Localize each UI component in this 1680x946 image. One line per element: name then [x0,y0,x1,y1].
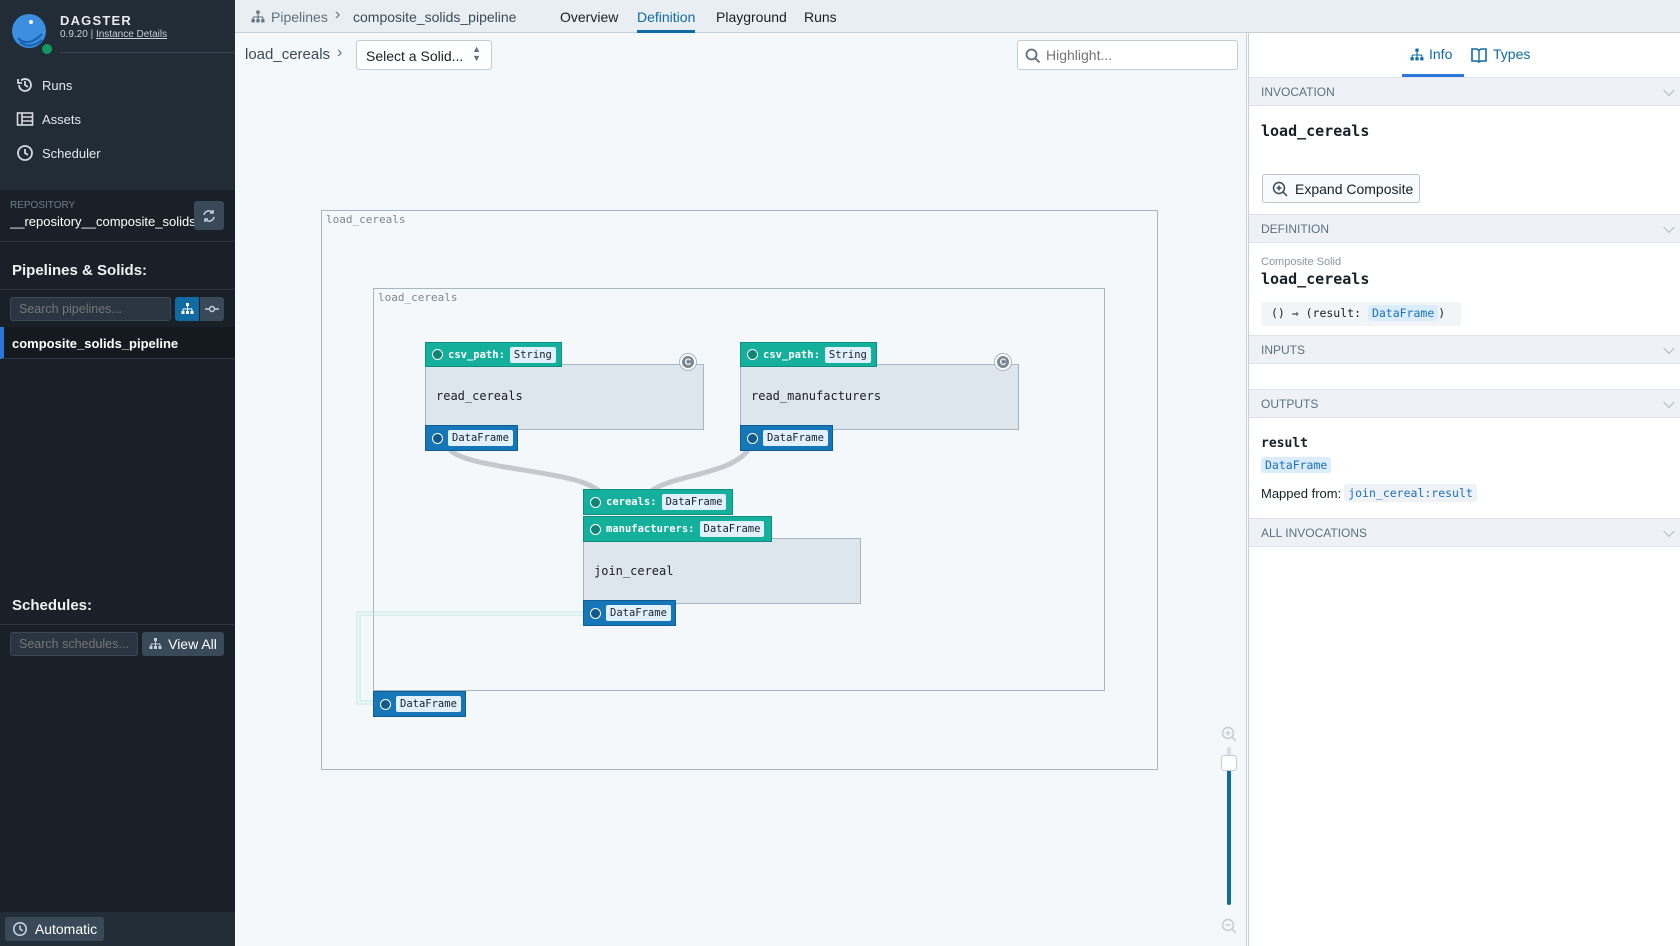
type-tag: String [824,346,871,363]
output-dataframe[interactable]: DataFrame [583,600,676,626]
section-inputs[interactable]: INPUTS [1249,335,1680,364]
section-title: ALL INVOCATIONS [1261,525,1368,540]
zoom-out-icon[interactable] [1221,918,1237,934]
section-outputs[interactable]: OUTPUTS [1249,389,1680,418]
right-panel: Info Types INVOCATION load_cereals Expan… [1246,33,1680,946]
section-title: INVOCATION [1261,84,1335,99]
edge-read-manufacturers-to-join [648,448,751,495]
section-invocation[interactable]: INVOCATION [1249,77,1680,106]
output-dataframe[interactable]: DataFrame [425,425,518,451]
info-tab-label: Info [1429,46,1453,62]
port-circle-icon [380,698,391,710]
port-circle-icon [747,432,758,444]
input-name: csv_path: [763,348,820,361]
output-type-tag[interactable]: DataFrame [1261,457,1332,473]
definition-name: load_cereals [1261,270,1370,288]
invocation-name: load_cereals [1261,122,1370,140]
zoom-slider-track[interactable] [1221,747,1237,905]
definition-signature: () ⇒ (result: DataFrame) [1261,302,1461,326]
type-tag: DataFrame [661,494,727,510]
port-circle-icon [590,496,601,508]
types-tab-label: Types [1493,46,1531,62]
section-definition[interactable]: DEFINITION [1249,214,1680,243]
type-tag: DataFrame [396,696,461,712]
mapped-from: Mapped from: join_cereal:result [1261,484,1477,502]
input-cereals[interactable]: cereals: DataFrame [583,489,733,515]
mapped-from-label: Mapped from: [1261,485,1342,501]
zoom-slider-fill [1227,754,1231,905]
solid-read-manufacturers[interactable]: read_manufacturers [740,364,1019,430]
type-tag: DataFrame [699,521,765,537]
config-badge-icon: C [680,354,696,370]
type-tag: DataFrame [448,430,513,446]
input-name: cereals: [606,496,657,508]
edge-read-cereals-to-join [448,448,602,494]
solid-name: read_manufacturers [751,389,882,403]
chevron-down-icon [1663,221,1675,233]
expand-composite-label: Expand Composite [1295,180,1414,197]
input-manufacturers[interactable]: manufacturers: DataFrame [583,516,772,542]
section-title: OUTPUTS [1261,396,1319,411]
book-icon [1471,48,1487,63]
definition-kind: Composite Solid [1261,256,1342,268]
signature-suffix: ) [1438,306,1446,320]
port-circle-icon [432,349,443,360]
chevron-down-icon [1663,396,1675,408]
chevron-down-icon [1663,525,1675,537]
port-circle-icon [747,349,758,360]
mapped-from-value[interactable]: join_cereal:result [1344,484,1477,502]
chevron-down-icon [1663,342,1675,354]
section-title: INPUTS [1261,342,1306,357]
panel-tab-info[interactable]: Info [1402,46,1464,77]
solid-join-cereal[interactable]: join_cereal [583,538,861,604]
output-name: result [1261,436,1308,451]
input-name: manufacturers: [606,523,695,535]
port-circle-icon [590,523,601,535]
type-tag: String [509,346,556,363]
output-dataframe[interactable]: DataFrame [740,425,833,451]
input-name: csv_path: [448,348,505,361]
signature-prefix: () ⇒ (result: [1271,306,1368,320]
composite-output-dataframe[interactable]: DataFrame [373,691,466,717]
input-csv-path[interactable]: csv_path: String [740,342,877,367]
section-title: DEFINITION [1261,221,1329,236]
solid-read-cereals[interactable]: read_cereals [425,364,704,430]
section-all-invocations[interactable]: ALL INVOCATIONS [1249,518,1680,547]
port-circle-icon [590,607,601,619]
chevron-down-icon [1663,84,1675,96]
zoom-in-icon [1272,181,1288,197]
zoom-in-icon[interactable] [1221,726,1237,742]
port-circle-icon [432,432,443,444]
type-tag: DataFrame [606,605,671,621]
type-tag[interactable]: DataFrame [1367,305,1439,321]
hierarchy-icon [1410,48,1424,61]
expand-composite-button[interactable]: Expand Composite [1262,174,1420,203]
type-tag: DataFrame [763,430,828,446]
zoom-slider-handle[interactable] [1221,754,1237,771]
panel-tab-types[interactable]: Types [1471,46,1530,63]
solid-name: join_cereal [594,564,674,578]
input-csv-path[interactable]: csv_path: String [425,342,562,367]
solid-name: read_cereals [436,389,523,403]
config-badge-icon: C [995,354,1011,370]
